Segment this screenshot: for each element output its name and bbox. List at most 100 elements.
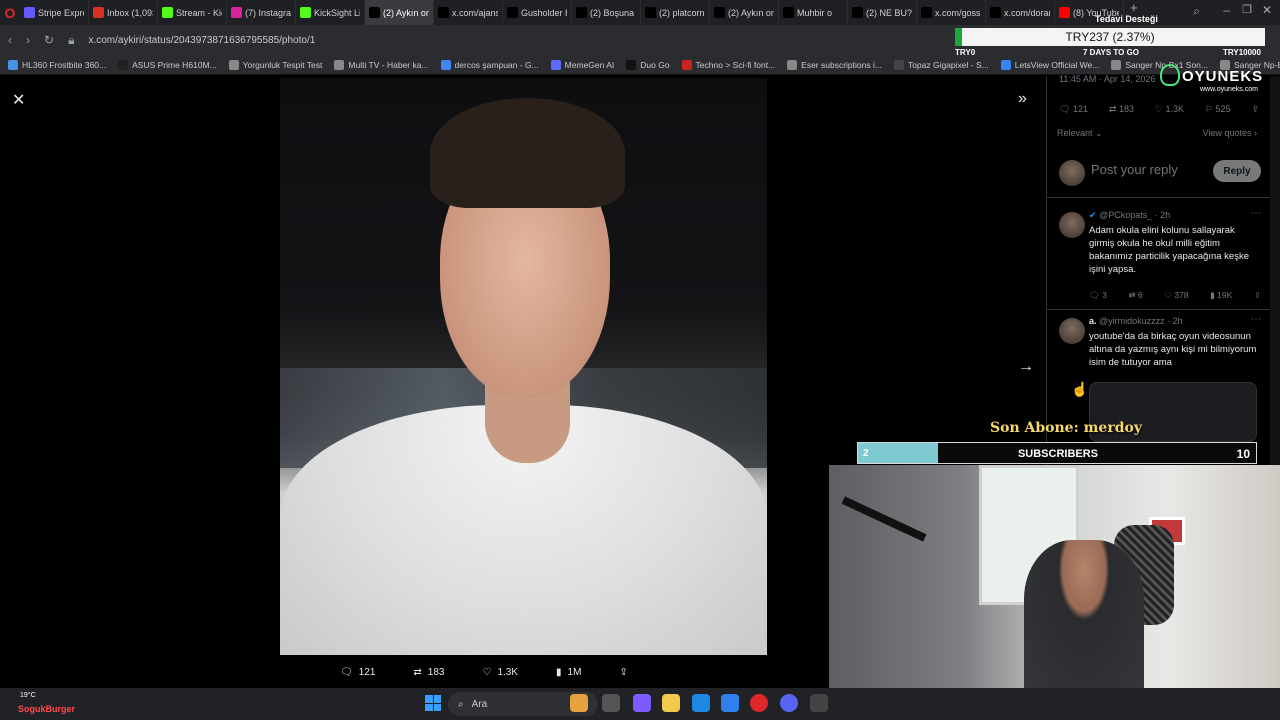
view-count[interactable]: ▮ 19K [1210, 290, 1232, 301]
donation-progress-bar: TRY237 (2.37%) [955, 28, 1265, 46]
back-icon[interactable]: ‹ [8, 33, 12, 47]
repost-count[interactable]: ⇄ 6 [1128, 290, 1142, 301]
discord-icon[interactable] [780, 694, 798, 712]
bookmark[interactable]: dercos şampuan - G... [440, 59, 539, 70]
bookmark[interactable]: HL360 Frostbite 360... [8, 59, 106, 70]
view-quotes-link[interactable]: View quotes › [1203, 128, 1257, 139]
next-photo-arrow-icon[interactable]: → [1018, 358, 1034, 376]
edge-icon[interactable] [692, 694, 710, 712]
share-icon[interactable]: ⇪ [1251, 104, 1259, 115]
minimize-icon[interactable]: – [1223, 3, 1230, 17]
photo-action-bar: 🗨︎ 121 ⇄ 183 ♡ 1.3K ▮ 1M ⇪ [340, 662, 720, 682]
bookmark[interactable]: Eser subscriptions i... [787, 59, 882, 70]
forward-icon[interactable]: › [26, 33, 30, 47]
bookmark[interactable]: Duo Go [626, 59, 670, 70]
tab[interactable]: x.com/gossip [917, 0, 986, 25]
close-icon[interactable]: ✕ [12, 90, 25, 110]
collapse-panel-icon[interactable]: » [1018, 90, 1027, 108]
search-tabs-icon[interactable]: ⌕ [1193, 4, 1200, 19]
bookmark[interactable]: Techno > Sci-fi font... [681, 59, 775, 70]
bookmark[interactable]: Yorgunluk Tespit Test [228, 59, 322, 70]
comment-icon: 🗨︎ [340, 666, 353, 678]
bookmark-icon [334, 59, 345, 70]
oyuneks-logo-icon [1160, 64, 1180, 86]
app-icon[interactable] [810, 694, 828, 712]
more-options-icon[interactable]: ⋯ [1251, 208, 1261, 219]
tab[interactable]: Inbox (1,093) [89, 0, 158, 25]
tab[interactable]: Muhbir o [779, 0, 848, 25]
bookmark-icon [440, 59, 451, 70]
x-icon [369, 7, 380, 18]
like-count[interactable]: ♡ 378 [1164, 290, 1188, 301]
close-window-icon[interactable]: ✕ [1262, 3, 1272, 17]
x-icon [645, 7, 656, 18]
maximize-icon[interactable]: ❐ [1242, 3, 1252, 16]
bookmark[interactable]: Multi TV - Haber ka... [334, 59, 429, 70]
reply-action[interactable]: 🗨︎ 121 [340, 667, 375, 678]
x-icon [507, 7, 518, 18]
reply-post[interactable]: ✔ @PCkopats_ · 2h ⋯ Adam okula elini kol… [1047, 206, 1271, 310]
tweet-stats: 🗨︎ 121 ⇄ 183 ♡ 1.3K ⚐ 525 ⇪ [1059, 104, 1259, 115]
share-action[interactable]: ⇪ [619, 667, 627, 678]
tab[interactable]: x.com/doran [986, 0, 1055, 25]
start-icon[interactable] [425, 695, 441, 711]
my-avatar [1059, 160, 1085, 186]
store-icon[interactable] [721, 694, 739, 712]
bookmark[interactable]: MemeGen AI [550, 59, 614, 70]
verified-icon: ✔ [1089, 210, 1097, 220]
like-count[interactable]: ♡ 1.3K [1155, 104, 1184, 115]
tab[interactable]: (7) Instagram [227, 0, 296, 25]
bookmark[interactable]: ASUS Prime H610M... [118, 59, 217, 70]
copilot-icon[interactable] [633, 694, 651, 712]
tab[interactable]: (2) platcorn c [641, 0, 710, 25]
reply-text: Adam okula elini kolunu sallayarak girmi… [1089, 225, 1249, 275]
reply-stats: 🗨︎ 3 ⇄ 6 ♡ 378 ▮ 19K ⇪ [1089, 290, 1261, 301]
url-field[interactable]: x.com/aykiri/status/2043973871636795585/… [88, 35, 315, 46]
bookmark-count[interactable]: ⚐ 525 [1205, 104, 1231, 115]
x-icon [438, 7, 449, 18]
share-icon[interactable]: ⇪ [1254, 290, 1261, 301]
bookmark-icon [8, 59, 18, 70]
scrollbar[interactable] [1270, 76, 1280, 468]
tab[interactable]: Gusholder H [503, 0, 572, 25]
weather-widget[interactable]: 19°C [20, 692, 36, 699]
like-action[interactable]: ♡ 1.3K [482, 667, 518, 678]
tab[interactable]: x.com/ajansn [434, 0, 503, 25]
views-action[interactable]: ▮ 1M [556, 667, 581, 678]
tab[interactable]: Stripe Express [20, 0, 89, 25]
avatar[interactable] [1059, 318, 1085, 344]
bookmark-icon [681, 59, 692, 70]
donation-days-left: 7 DAYS TO GO [1083, 48, 1140, 57]
more-options-icon[interactable]: ⋯ [1251, 314, 1261, 325]
widget-icon[interactable] [570, 694, 588, 712]
repost-count[interactable]: ⇄ 183 [1109, 104, 1134, 115]
kick-icon [162, 7, 173, 18]
tab[interactable]: (2) Aykın on X: "Saldır [365, 0, 434, 25]
repost-action[interactable]: ⇄ 183 [413, 667, 444, 678]
opera-taskbar-icon[interactable] [750, 694, 768, 712]
tab[interactable]: (2) Aykın on [710, 0, 779, 25]
reply-input[interactable]: Post your reply [1091, 162, 1178, 177]
opera-logo-icon[interactable]: O [0, 0, 20, 25]
file-explorer-icon[interactable] [662, 694, 680, 712]
x-icon [852, 7, 863, 18]
tab[interactable]: Stream - Kick [158, 0, 227, 25]
donation-ticker: TRY237 (2.37%) [1065, 30, 1155, 44]
stripe-icon [24, 7, 35, 18]
x-icon [921, 7, 932, 18]
comment-count[interactable]: 🗨︎ 3 [1089, 290, 1107, 301]
gmail-icon [93, 7, 104, 18]
bookmark-icon [550, 59, 561, 70]
tab[interactable]: (2) Boşuna T [572, 0, 641, 25]
reply-count[interactable]: 🗨︎ 121 [1059, 104, 1088, 115]
tab[interactable]: (2) NE BU? on [848, 0, 917, 25]
avatar[interactable] [1059, 212, 1085, 238]
youtube-icon [1059, 7, 1070, 18]
windows-taskbar: 19°C SogukBurger ⌕ Ara [0, 688, 1280, 720]
bookmark-icon [787, 59, 798, 70]
tab[interactable]: KickSight Lin [296, 0, 365, 25]
reply-button[interactable]: Reply [1213, 160, 1261, 182]
sort-dropdown[interactable]: Relevant ⌄ [1057, 128, 1103, 139]
reload-icon[interactable]: ↻ [44, 33, 54, 47]
task-view-icon[interactable] [602, 694, 620, 712]
